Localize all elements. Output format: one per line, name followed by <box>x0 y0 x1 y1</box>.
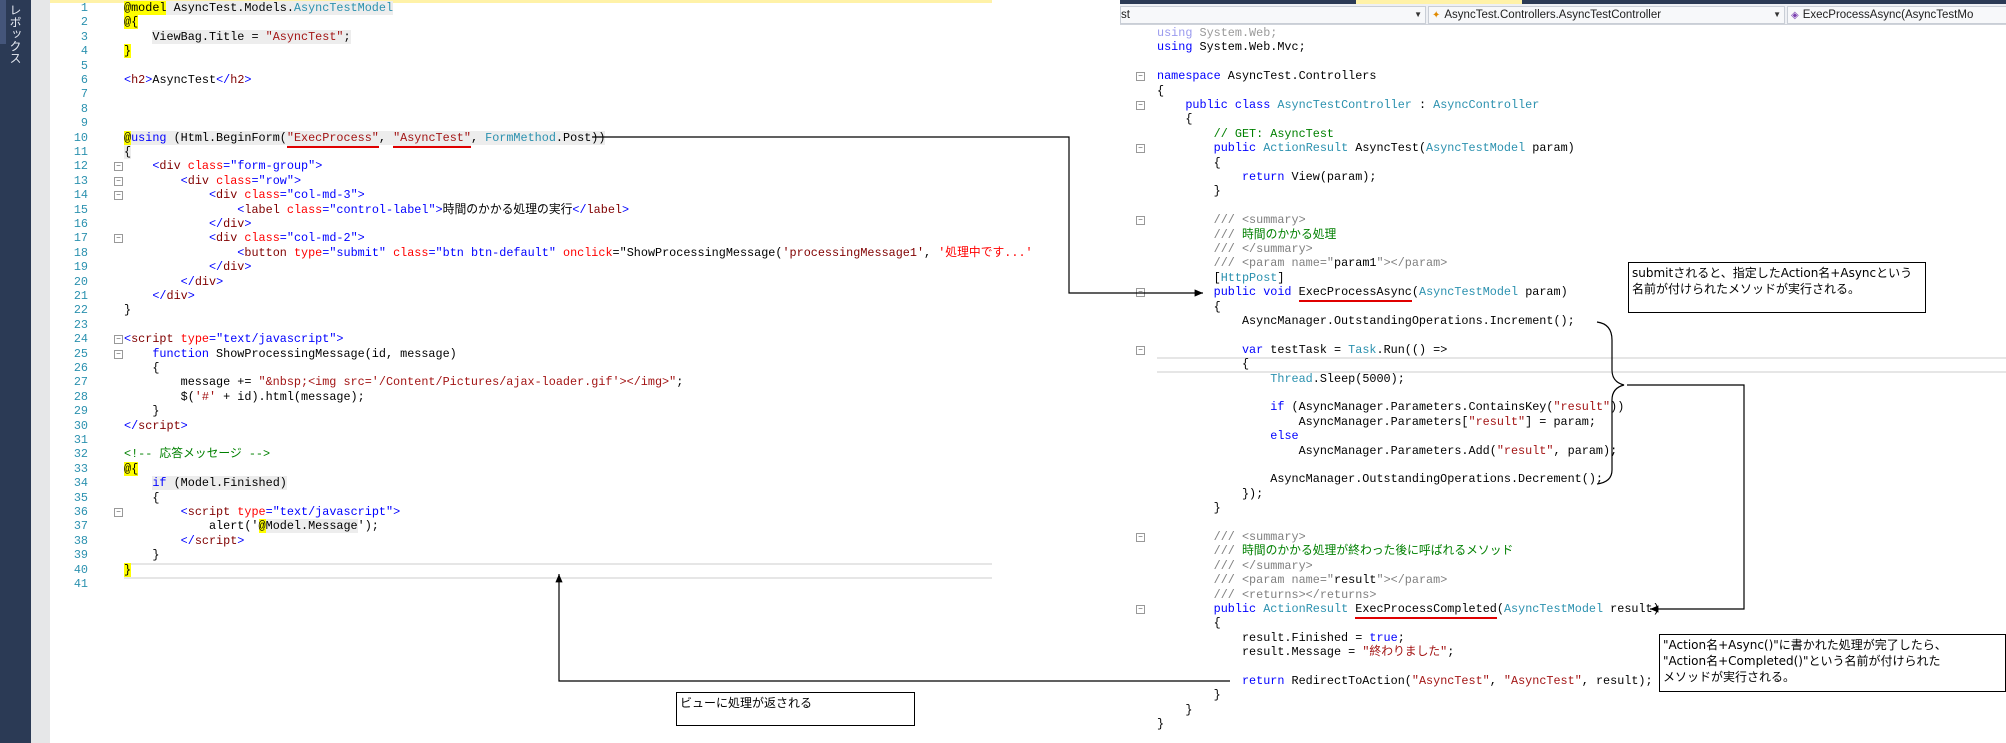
note-completed-method: "Action名+Async()"に書かれた処理が完了したら、 "Action名… <box>1659 634 2006 692</box>
note-async-method: submitされると、指定したAction名+Asyncという 名前が付けられた… <box>1628 262 1926 313</box>
arrow-return-to-view <box>559 574 1230 681</box>
note-return-to-view: ビューに処理が返される <box>676 692 915 726</box>
annotation-arrows <box>0 0 2006 743</box>
arrow-form-to-async <box>592 137 1203 293</box>
curly-brace <box>1597 322 1624 484</box>
arrow-async-to-completed <box>1627 385 1744 609</box>
